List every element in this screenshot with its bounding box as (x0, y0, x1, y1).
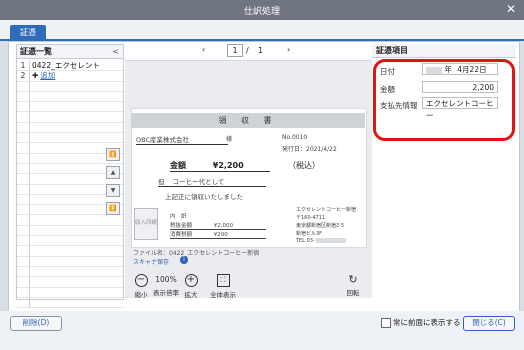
zoom-in-button[interactable]: + 拡大 (181, 274, 201, 299)
list-item (17, 287, 123, 298)
list-item (17, 215, 123, 226)
evidence-list-title: 証憑一覧 (20, 47, 52, 56)
last-icon[interactable]: ⏬ (106, 202, 120, 215)
amount-value: ¥2,200 (212, 161, 244, 170)
list-item (17, 256, 123, 267)
list-item (17, 297, 123, 309)
amount-label: 金額 (170, 161, 186, 170)
chevron-left-icon[interactable]: < (112, 45, 119, 59)
close-button[interactable]: 閉じる(C) (463, 316, 515, 331)
receipt-date: 発行日：2021/4/22 (282, 146, 337, 153)
receipt-number: No.0010 (282, 134, 308, 141)
list-item (17, 266, 123, 278)
evidence-name: 0422_エクセレント (32, 61, 100, 70)
close-icon[interactable]: ✕ (506, 2, 516, 16)
revenue-stamp-box: 収入印紙 (134, 208, 158, 240)
first-icon[interactable]: ⏫ (106, 148, 120, 161)
tab-strip: 証憑 (0, 20, 524, 40)
shop-name: エクセレントコーヒー新宿 (296, 207, 357, 213)
fit-icon: ⛶ (216, 274, 230, 287)
file-name: ファイル名：0422_エクセレントコーヒー新宿 (133, 250, 260, 257)
zoom-out-icon: − (134, 274, 148, 287)
scanner-save-link[interactable]: スキャナ保存 (133, 257, 169, 266)
always-on-top-checkbox[interactable] (381, 318, 391, 328)
list-item (17, 102, 123, 113)
list-item (17, 112, 123, 123)
chevron-right-icon[interactable]: › (287, 45, 290, 54)
breakdown-label: 内 訳 (170, 214, 187, 220)
receipt-amount-row: 金額 ¥2,200 (170, 160, 270, 172)
list-item (17, 81, 123, 92)
page-separator: / (246, 46, 249, 55)
zoom-in-icon: + (184, 274, 198, 287)
window-title: 仕訳処理 (243, 7, 280, 17)
receipt-title: 領 収 書 (131, 113, 365, 128)
plus-icon: ✚ (32, 71, 39, 81)
tax-included-note: （税込） (288, 161, 320, 170)
receipt-honorific: 様 (226, 136, 233, 143)
list-item (17, 133, 123, 144)
row-number: 1 (17, 61, 30, 71)
tax-row: 消費税額 ¥200 (170, 230, 266, 239)
delete-button[interactable]: 削除(D) (10, 316, 62, 331)
shop-postal: 〒160-4711 (296, 215, 326, 221)
add-evidence-link[interactable]: 追加 (40, 71, 55, 80)
list-item (17, 277, 123, 288)
list-item (17, 122, 123, 134)
list-item (17, 91, 123, 103)
list-item[interactable]: 1 0422_エクセレント (17, 61, 123, 72)
zoom-level: 100% 表示倍率 (153, 275, 179, 297)
rotate-button[interactable]: ↻ 回転 (343, 274, 363, 297)
info-icon[interactable]: i (180, 256, 188, 264)
highlight-outline (373, 59, 515, 141)
page-total: 1 (258, 46, 264, 55)
rotate-icon: ↻ (348, 273, 358, 286)
tab-evidence[interactable]: 証憑 (10, 25, 46, 40)
list-item[interactable]: 2 ✚ 追加 (17, 71, 123, 82)
list-item (17, 236, 123, 247)
shop-address: 東京都新宿区新宿2-5 (296, 223, 345, 229)
down-icon[interactable]: ▼ (106, 184, 120, 197)
evidence-fields-title: 証憑項目 (372, 44, 516, 58)
shop-tel: TEL 03- (296, 238, 347, 244)
zoom-out-button[interactable]: − 縮小 (131, 274, 151, 299)
shop-address2: 新宿ビル3F (296, 231, 323, 237)
subtotal-row: 税抜金額 ¥2,000 (170, 221, 266, 230)
list-item (17, 246, 123, 257)
window-titlebar: 仕訳処理 ✕ (0, 0, 524, 20)
fit-page-button[interactable]: ⛶ 全体表示 (205, 274, 241, 299)
chevron-left-icon[interactable]: ‹ (202, 45, 205, 54)
always-on-top-label: 常に前面に表示する (393, 318, 461, 327)
page-input[interactable]: 1 (227, 44, 243, 57)
evidence-list-header: 証憑一覧 < (17, 45, 123, 59)
up-icon[interactable]: ▲ (106, 166, 120, 179)
row-number: 2 (17, 71, 30, 81)
receipt-customer: OBC産業株式会社 (136, 134, 228, 145)
received-note: 上記正に領収いたしました (165, 193, 243, 201)
receipt-description: 但 コーヒー代として (158, 176, 266, 187)
list-item (17, 225, 123, 237)
